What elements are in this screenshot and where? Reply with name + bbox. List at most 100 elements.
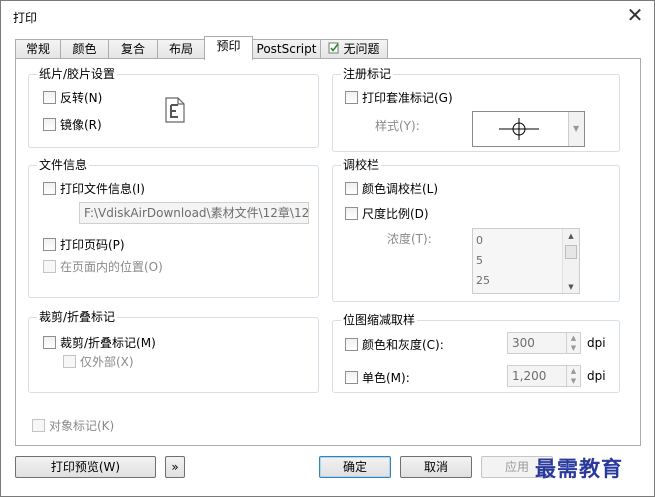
- tab-no-issues[interactable]: 无问题: [320, 39, 388, 59]
- scale-label: 尺度比例(D): [362, 207, 429, 221]
- exterior-only-label: 仅外部(X): [80, 355, 134, 369]
- prepress-panel: 纸片/胶片设置 反转(N) 镜像(R) 注册标记 打印套准标记(G) 样式(Y)…: [15, 58, 641, 446]
- dpi-unit: dpi: [587, 369, 606, 383]
- style-label: 样式(Y):: [375, 119, 420, 133]
- list-item[interactable]: 25: [476, 274, 490, 287]
- mono-label: 单色(M):: [362, 371, 410, 385]
- print-file-info-checkbox[interactable]: [43, 182, 56, 195]
- color-gray-option[interactable]: 颜色和灰度(C):: [345, 336, 444, 353]
- dpi-unit: dpi: [587, 336, 606, 350]
- scroll-thumb[interactable]: [565, 245, 577, 259]
- color-bar-option[interactable]: 颜色调校栏(L): [345, 180, 438, 197]
- expand-preview-button[interactable]: »: [165, 456, 185, 478]
- mono-dpi-field[interactable]: 1,200 ▲ ▼: [507, 365, 581, 387]
- scroll-up-icon[interactable]: ▲: [563, 232, 579, 240]
- print-preview-button[interactable]: 打印预览(W): [15, 456, 156, 478]
- scale-option[interactable]: 尺度比例(D): [345, 205, 429, 222]
- invert-checkbox[interactable]: [43, 91, 56, 104]
- mirror-option[interactable]: 镜像(R): [43, 116, 102, 133]
- object-marks-label: 对象标记(K): [49, 419, 115, 433]
- tab-postscript[interactable]: PostScript: [252, 39, 321, 59]
- crosshair-target-icon: [499, 118, 539, 140]
- color-gray-dpi-value: 300: [512, 336, 535, 350]
- mono-stepper[interactable]: ▲ ▼: [566, 366, 580, 386]
- group-title: 位图缩减取样: [341, 313, 418, 327]
- calibration-bar-group: 调校栏 颜色调校栏(L) 尺度比例(D) 浓度(T): 0 5 25 ▲ ▼: [332, 158, 620, 302]
- crop-marks-checkbox[interactable]: [43, 336, 56, 349]
- registration-style-dropdown[interactable]: ▼: [472, 111, 585, 147]
- group-title: 调校栏: [341, 158, 382, 172]
- scroll-down-icon[interactable]: ▼: [563, 283, 579, 291]
- watermark-logo: 最需教育: [535, 456, 623, 481]
- exterior-only-checkbox[interactable]: [63, 355, 76, 368]
- title-bar: 打印 ✕: [1, 1, 654, 31]
- print-file-info-label: 打印文件信息(I): [60, 182, 145, 196]
- bitmap-downsample-group: 位图缩减取样 颜色和灰度(C): 300 ▲ ▼ dpi 单色(M): 1,20…: [332, 313, 620, 393]
- double-chevron-right-icon: »: [171, 460, 179, 474]
- object-marks-option[interactable]: 对象标记(K): [32, 417, 114, 434]
- color-gray-stepper[interactable]: ▲ ▼: [566, 333, 580, 353]
- file-info-path-field[interactable]: F:\VdiskAirDownload\素材文件\12章\12.2.: [79, 202, 309, 224]
- group-title: 文件信息: [37, 158, 90, 172]
- print-page-numbers-option[interactable]: 打印页码(P): [43, 236, 125, 253]
- scale-checkbox[interactable]: [345, 207, 358, 220]
- color-bar-label: 颜色调校栏(L): [362, 182, 439, 196]
- color-gray-checkbox[interactable]: [345, 338, 358, 351]
- tab-composite[interactable]: 复合: [108, 39, 158, 59]
- mirror-checkbox[interactable]: [43, 118, 56, 131]
- stepper-up-icon[interactable]: ▲: [567, 366, 580, 376]
- group-title: 注册标记: [341, 67, 394, 81]
- print-registration-label: 打印套准标记(G): [362, 91, 453, 105]
- color-gray-dpi-field[interactable]: 300 ▲ ▼: [507, 332, 581, 354]
- position-in-page-option[interactable]: 在页面内的位置(O): [43, 258, 163, 275]
- mono-option[interactable]: 单色(M):: [345, 369, 410, 386]
- stepper-down-icon[interactable]: ▼: [567, 376, 580, 386]
- crop-marks-group: 裁剪/折叠标记 裁剪/折叠标记(M) 仅外部(X): [28, 310, 319, 393]
- print-registration-option[interactable]: 打印套准标记(G): [345, 89, 453, 106]
- close-icon: ✕: [626, 3, 644, 27]
- density-scrollbar[interactable]: ▲ ▼: [562, 229, 579, 293]
- tab-prepress[interactable]: 预印: [204, 36, 253, 60]
- file-info-group: 文件信息 打印文件信息(I) F:\VdiskAirDownload\素材文件\…: [28, 158, 319, 298]
- paper-film-group: 纸片/胶片设置 反转(N) 镜像(R): [28, 67, 319, 148]
- dropdown-arrow[interactable]: ▼: [568, 112, 584, 146]
- stepper-down-icon[interactable]: ▼: [567, 343, 580, 353]
- mirror-label: 镜像(R): [60, 118, 102, 132]
- invert-label: 反转(N): [60, 91, 103, 105]
- object-marks-checkbox[interactable]: [32, 419, 45, 432]
- chevron-down-icon: ▼: [573, 124, 580, 133]
- print-page-numbers-label: 打印页码(P): [60, 238, 125, 252]
- page-preview-icon: [165, 97, 185, 126]
- list-item[interactable]: 0: [476, 234, 483, 247]
- density-label: 浓度(T):: [387, 232, 432, 246]
- tab-color[interactable]: 颜色: [60, 39, 109, 59]
- list-item[interactable]: 5: [476, 254, 483, 267]
- close-button[interactable]: ✕: [624, 5, 646, 27]
- crop-marks-option[interactable]: 裁剪/折叠标记(M): [43, 334, 156, 351]
- checkmark-doc-icon: [328, 41, 340, 59]
- tab-layout[interactable]: 布局: [157, 39, 205, 59]
- mono-checkbox[interactable]: [345, 371, 358, 384]
- stepper-up-icon[interactable]: ▲: [567, 333, 580, 343]
- tab-no-issues-label: 无问题: [343, 42, 380, 56]
- cancel-button[interactable]: 取消: [400, 456, 472, 478]
- print-file-info-option[interactable]: 打印文件信息(I): [43, 180, 145, 197]
- position-in-page-label: 在页面内的位置(O): [60, 260, 163, 274]
- exterior-only-option[interactable]: 仅外部(X): [63, 353, 134, 370]
- invert-option[interactable]: 反转(N): [43, 89, 102, 106]
- ok-button[interactable]: 确定: [319, 456, 391, 478]
- color-gray-label: 颜色和灰度(C):: [362, 338, 444, 352]
- window-title: 打印: [13, 11, 38, 25]
- registration-marks-group: 注册标记 打印套准标记(G) 样式(Y): ▼: [332, 67, 620, 152]
- position-in-page-checkbox[interactable]: [43, 260, 56, 273]
- print-page-numbers-checkbox[interactable]: [43, 238, 56, 251]
- group-title: 纸片/胶片设置: [37, 67, 118, 81]
- print-registration-checkbox[interactable]: [345, 91, 358, 104]
- tab-general[interactable]: 常规: [15, 39, 61, 59]
- group-title: 裁剪/折叠标记: [37, 310, 118, 324]
- density-listbox[interactable]: 0 5 25 ▲ ▼: [472, 228, 580, 294]
- crop-marks-label: 裁剪/折叠标记(M): [60, 336, 156, 350]
- print-dialog: 打印 ✕ 常规 颜色 复合 布局 预印 PostScript 无问题 纸片/胶片…: [0, 0, 655, 497]
- mono-dpi-value: 1,200: [512, 369, 547, 383]
- color-bar-checkbox[interactable]: [345, 182, 358, 195]
